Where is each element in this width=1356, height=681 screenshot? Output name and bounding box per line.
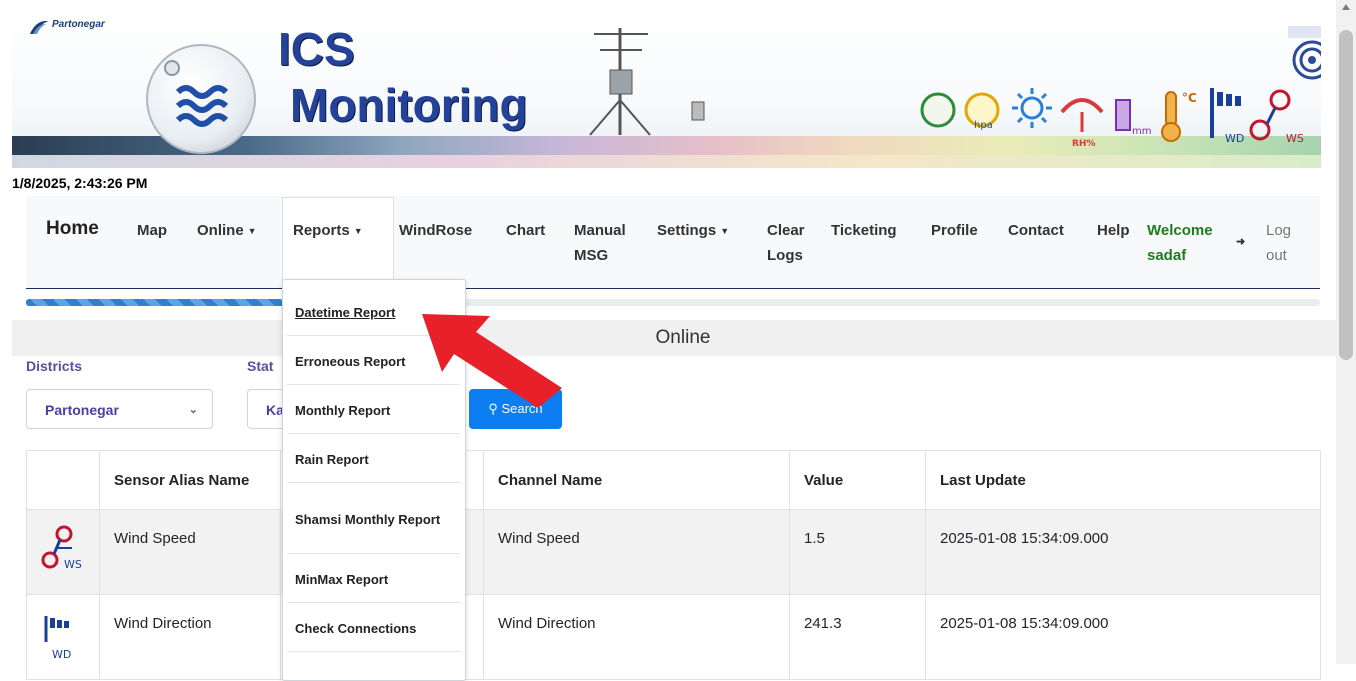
caret-down-icon: ▼ <box>353 225 363 236</box>
nav-ticketing[interactable]: Ticketing <box>831 218 897 243</box>
table-row[interactable]: Wind Direction Wind Direction 241.3 2025… <box>26 594 1321 680</box>
scroll-up-arrow-icon[interactable] <box>1342 4 1350 10</box>
table-row[interactable]: Wind Speed Wind Speed 1.5 2025-01-08 15:… <box>26 509 1321 595</box>
nav-reports-label: Reports <box>293 222 350 239</box>
nav-reports[interactable]: Reports ▼ <box>293 218 363 244</box>
rh-icon-label: RH% <box>1072 139 1095 149</box>
caret-down-icon: ▼ <box>247 225 257 236</box>
weather-station-mast-icon <box>589 28 705 136</box>
page-scrollbar[interactable] <box>1336 0 1356 664</box>
menu-item-minmax-report[interactable]: MinMax Report <box>287 557 460 603</box>
ws-icon-label: WS <box>1286 132 1304 145</box>
nav-online-label: Online <box>197 222 244 239</box>
nav-clear-logs-line2: Logs <box>767 247 803 264</box>
partonegar-logo-icon <box>30 20 48 34</box>
banner-gradient-strip-lower <box>12 155 1321 168</box>
welcome-username: sadaf <box>1147 247 1187 264</box>
wd-icon-label: WD <box>1225 132 1244 145</box>
mm-icon-label: mm <box>1132 126 1151 137</box>
table-header-row: Sensor Alias Name Channel Name Value Las… <box>26 450 1321 510</box>
sensor-icons-row: hpa RH% mm °C WD WS <box>920 88 1304 149</box>
welcome-label: Welcome <box>1147 222 1213 239</box>
row-sensor-name: Wind Direction <box>99 594 281 680</box>
nav-manual-msg-line1: Manual <box>574 222 626 239</box>
nav-home[interactable]: Home <box>46 216 99 241</box>
nav-chart[interactable]: Chart <box>506 218 545 243</box>
logout-line2: out <box>1266 247 1287 264</box>
loading-progress-fill <box>26 299 285 306</box>
app-title-line1: ICS <box>278 23 355 75</box>
nav-online[interactable]: Online ▼ <box>197 218 257 244</box>
wind-direction-icon-label: WD <box>52 648 71 661</box>
nav-help[interactable]: Help <box>1097 218 1130 243</box>
water-logo-icon <box>146 44 256 154</box>
col-header-last-update: Last Update <box>925 450 1321 510</box>
nav-settings[interactable]: Settings ▼ <box>657 218 729 244</box>
partonegar-logo-text: Partonegar <box>52 19 105 30</box>
sensor-table: Sensor Alias Name Channel Name Value Las… <box>26 450 1321 680</box>
row-value: 1.5 <box>789 509 926 595</box>
row-last-update: 2025-01-08 15:34:09.000 <box>925 594 1321 680</box>
nav-profile[interactable]: Profile <box>931 218 978 243</box>
logout-line1: Log <box>1266 222 1292 239</box>
nav-contact[interactable]: Contact <box>1008 218 1064 243</box>
row-channel-name: Wind Speed <box>483 509 790 595</box>
col-header-channel-name: Channel Name <box>483 450 790 510</box>
online-section-header: Online <box>12 320 1354 356</box>
scrollbar-thumb[interactable] <box>1339 30 1353 360</box>
row-value: 241.3 <box>789 594 926 680</box>
districts-select[interactable]: Partonegar ⌄ <box>26 389 213 429</box>
col-header-value: Value <box>789 450 926 510</box>
loading-progress-bar <box>26 299 1320 306</box>
menu-item-shamsi-monthly-report[interactable]: Shamsi Monthly Report <box>287 486 460 554</box>
nav-manual-msg[interactable]: Manual MSG <box>574 218 626 268</box>
nav-manual-msg-line2: MSG <box>574 247 609 264</box>
row-channel-name: Wind Direction <box>483 594 790 680</box>
stations-label: Stat <box>247 358 274 374</box>
wind-direction-icon: WD <box>44 616 71 661</box>
wind-speed-icon-label: WS <box>64 558 82 570</box>
nav-clear-logs-line1: Clear <box>767 222 805 239</box>
red-arrow-annotation-icon <box>422 314 562 408</box>
current-datetime: 1/8/2025, 2:43:26 PM <box>12 175 148 191</box>
page-title: Online <box>655 327 711 348</box>
menu-item-rain-report[interactable]: Rain Report <box>287 437 460 483</box>
nav-logout[interactable]: Log out <box>1266 218 1291 268</box>
caret-down-icon: ▼ <box>720 225 730 236</box>
chevron-down-icon: ⌄ <box>188 404 198 416</box>
districts-select-value: Partonegar <box>45 402 119 418</box>
nav-windrose[interactable]: WindRose <box>399 218 472 243</box>
app-title-line2: Monitoring <box>290 79 528 131</box>
col-header-icon <box>26 450 100 510</box>
header-banner: Partonegar ICS Monitoring hpa RH% mm °C … <box>12 10 1321 168</box>
row-last-update: 2025-01-08 15:34:09.000 <box>925 509 1321 595</box>
celsius-icon-label: °C <box>1182 91 1197 105</box>
welcome-user: Welcome sadaf <box>1147 218 1213 268</box>
col-header-sensor-alias: Sensor Alias Name <box>99 450 281 510</box>
row-sensor-name: Wind Speed <box>99 509 281 595</box>
logout-icon[interactable]: ➜ <box>1236 230 1245 255</box>
nav-map[interactable]: Map <box>137 218 167 243</box>
meteorological-organization-logo-icon <box>1288 26 1321 80</box>
nav-clear-logs[interactable]: Clear Logs <box>767 218 805 268</box>
districts-label: Districts <box>26 358 83 374</box>
wind-speed-icon: WS <box>41 525 82 570</box>
nav-settings-label: Settings <box>657 222 717 239</box>
hpa-icon-label: hpa <box>974 120 993 131</box>
menu-item-check-connections[interactable]: Check Connections <box>287 606 460 652</box>
